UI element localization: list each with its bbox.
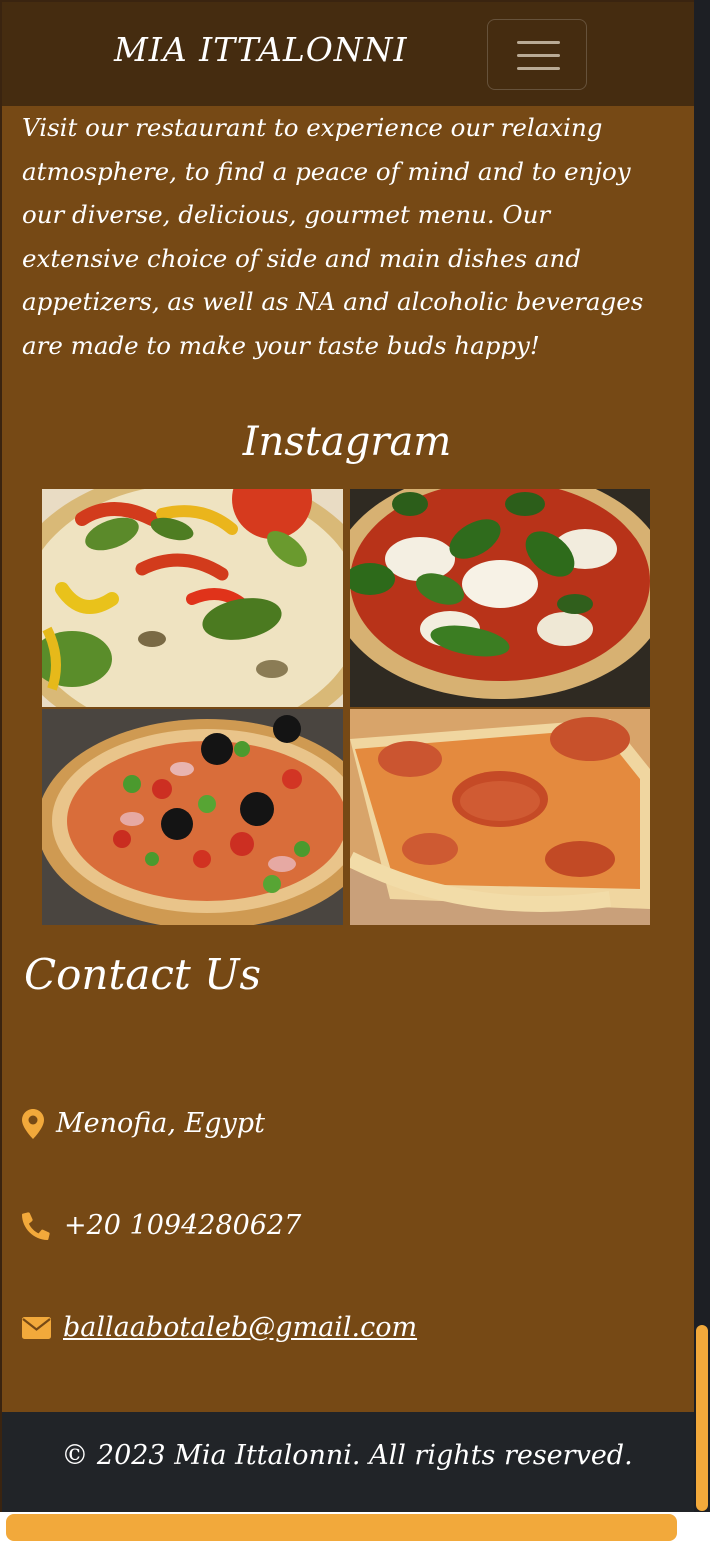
vertical-scrollbar-thumb[interactable] <box>696 1325 708 1511</box>
intro-paragraph: Visit our restaurant to experience our r… <box>22 113 644 360</box>
instagram-photo-4[interactable] <box>350 709 650 925</box>
contact-heading: Contact Us <box>24 950 262 999</box>
navbar-toggler-button[interactable] <box>487 19 587 90</box>
instagram-photo-2[interactable] <box>350 489 650 707</box>
page: MIA ITTALONNI Visit our restaurant to ex… <box>0 0 694 1512</box>
contact-location: Menofia, Egypt <box>22 1108 265 1139</box>
instagram-photo-1[interactable] <box>42 489 343 707</box>
envelope-icon <box>22 1316 51 1339</box>
navbar: MIA ITTALONNI <box>2 2 694 106</box>
contact-email: ballaabotaleb@gmail.com <box>22 1312 417 1343</box>
phone-text: +20 1094280627 <box>64 1210 302 1241</box>
map-marker-icon <box>22 1108 44 1139</box>
instagram-photo-3[interactable] <box>42 709 343 925</box>
footer-copyright: © 2023 Mia Ittalonni. All rights reserve… <box>61 1440 633 1471</box>
horizontal-scrollbar-thumb[interactable] <box>6 1514 677 1541</box>
email-link[interactable]: ballaabotaleb@gmail.com <box>63 1312 417 1343</box>
brand-logo[interactable]: MIA ITTALONNI <box>114 30 408 69</box>
vertical-scrollbar-track[interactable] <box>694 0 710 1544</box>
phone-icon <box>22 1211 50 1240</box>
location-text: Menofia, Egypt <box>56 1108 265 1139</box>
instagram-heading: Instagram <box>242 419 452 465</box>
contact-phone: +20 1094280627 <box>22 1210 301 1241</box>
